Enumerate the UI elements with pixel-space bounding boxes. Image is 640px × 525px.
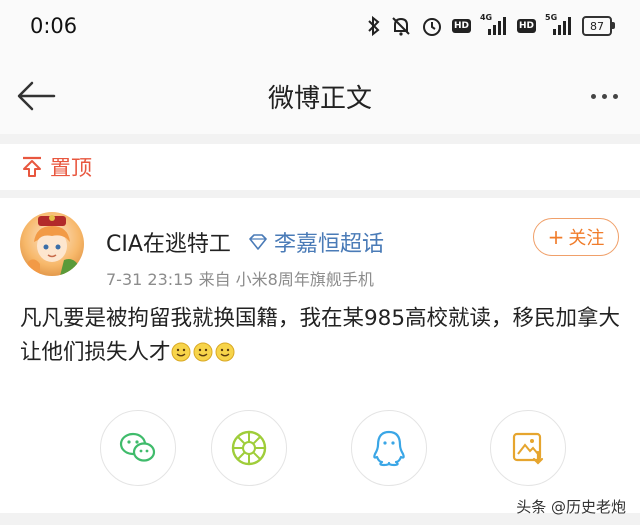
share-wechat-button[interactable] (100, 410, 176, 486)
post-body: 凡凡要是被拘留我就换国籍，我在某985高校就读，移民加拿大让他们损失人才 (20, 306, 621, 365)
wechat-icon (119, 432, 156, 462)
diamond-icon (248, 234, 268, 250)
share-moments-button[interactable] (211, 410, 287, 486)
alarm-icon (421, 15, 443, 37)
status-bar: 0:06 HD 4G HD 5G 87 (0, 0, 640, 52)
emoji-group (171, 340, 237, 365)
plus-icon: + (547, 225, 565, 249)
watermark: 头条 @历史老炮 (516, 498, 626, 516)
battery-icon: 87 (582, 16, 615, 36)
status-time: 0:06 (30, 14, 78, 38)
pinned-label: 置顶 (50, 156, 92, 180)
follow-label: 关注 (568, 228, 605, 249)
hd-badge: HD (451, 19, 471, 33)
post-text: 凡凡要是被拘留我就换国籍，我在某985高校就读，移民加拿大让他们损失人才 (20, 302, 625, 370)
topic-link[interactable]: 李嘉恒超话 (248, 226, 384, 258)
smile-emoji-icon (215, 342, 235, 362)
battery-level: 87 (590, 19, 604, 33)
pinned-banner: 置顶 (0, 144, 640, 190)
topic-text: 李嘉恒超话 (274, 232, 385, 257)
bluetooth-icon (367, 15, 381, 37)
nav-bar: 微博正文 (0, 52, 640, 134)
author-name[interactable]: CIA在逃特工 (106, 226, 231, 258)
post-card: CIA在逃特工 李嘉恒超话 + 关注 7-31 23:15 来自 小米8周年旗舰… (0, 198, 640, 513)
qq-icon (373, 430, 405, 467)
save-image-icon (512, 432, 544, 465)
status-icons: HD 4G HD 5G 87 (367, 13, 615, 38)
more-dots-icon[interactable] (582, 74, 626, 118)
hd-badge: HD (516, 19, 536, 33)
signal-4g-icon: 4G (479, 13, 508, 36)
pin-top-icon (20, 155, 44, 179)
share-qq-button[interactable] (351, 410, 427, 486)
page-title: 微博正文 (267, 84, 372, 114)
signal-5g-icon: 5G (545, 13, 573, 36)
mute-icon (390, 15, 412, 37)
smile-emoji-icon (171, 342, 191, 362)
share-row (0, 410, 640, 490)
smile-emoji-icon (193, 342, 213, 362)
post-meta: 7-31 23:15 来自 小米8周年旗舰手机 (106, 270, 374, 289)
moments-icon (231, 430, 267, 466)
avatar[interactable] (20, 212, 84, 276)
follow-button[interactable]: + 关注 (533, 218, 619, 256)
network-type-label: 5G (545, 13, 558, 22)
share-save-image-button[interactable] (490, 410, 566, 486)
network-type-label: 4G (479, 13, 493, 22)
